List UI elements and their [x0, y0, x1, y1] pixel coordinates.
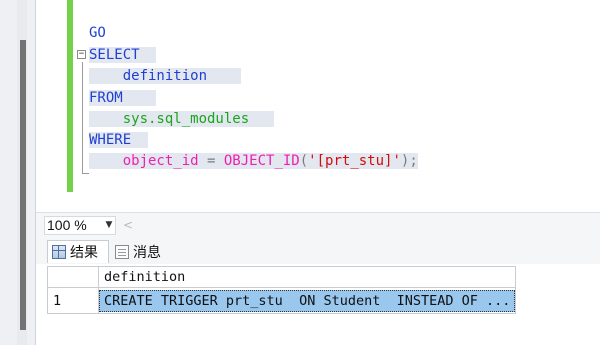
tab-results[interactable]: 结果 — [47, 240, 109, 263]
keyword-where: WHERE — [89, 132, 132, 148]
outline-guide-end — [82, 173, 89, 174]
indicator-margin — [36, 0, 66, 212]
code-line-1: GO — [89, 23, 106, 44]
chevron-down-icon[interactable]: ▼ — [102, 216, 116, 235]
row-number[interactable]: 1 — [53, 288, 61, 314]
code-line-4: FROM — [89, 88, 157, 109]
object-sys-sql-modules: sys.sql_modules — [122, 111, 250, 127]
vertical-scroll-thumb[interactable] — [20, 40, 26, 330]
code-line-7: object_id = OBJECT_ID('[prt_stu]'); — [89, 151, 418, 172]
scroll-left-arrow-icon[interactable]: < — [122, 216, 134, 235]
column-object-id: object_id — [122, 153, 199, 169]
tab-messages[interactable]: 消息 — [111, 240, 171, 263]
semicolon: ; — [409, 153, 418, 169]
cell-definition-value[interactable]: CREATE TRIGGER prt_stu ON Student INSTEA… — [104, 290, 510, 312]
code-line-6: WHERE — [89, 130, 149, 151]
results-grid-icon — [52, 245, 66, 259]
string-literal: '[prt_stu]' — [308, 153, 401, 169]
code-line-2: SELECT — [89, 45, 157, 66]
keyword-select: SELECT — [89, 47, 140, 63]
column-definition: definition — [122, 68, 208, 84]
keyword-go: GO — [89, 25, 106, 41]
tab-messages-label: 消息 — [133, 244, 161, 261]
collapse-toggle-icon[interactable]: − — [77, 50, 86, 59]
outline-guide — [82, 62, 83, 174]
zoom-value: 100 % — [47, 217, 87, 233]
selection-highlight: FROM — [89, 90, 157, 106]
function-object-id: OBJECT_ID — [223, 153, 300, 169]
keyword-from: FROM — [89, 90, 123, 106]
selection-highlight: sys.sql_modules — [89, 111, 275, 127]
tab-results-label: 结果 — [70, 245, 98, 261]
code-line-3: definition — [89, 66, 241, 87]
column-header-definition[interactable]: definition — [104, 266, 185, 288]
code-line-5: sys.sql_modules — [89, 109, 275, 130]
paren-open: ( — [299, 153, 309, 169]
selection-highlight: WHERE — [89, 132, 149, 148]
selection-highlight: SELECT — [89, 47, 157, 63]
messages-icon — [115, 244, 129, 259]
editor-status-row — [36, 212, 600, 239]
change-tracking-bar — [67, 0, 73, 192]
selection-highlight: definition — [89, 68, 241, 84]
selection-highlight: object_id = OBJECT_ID('[prt_stu]'); — [89, 153, 418, 169]
operator-equals: = — [198, 153, 224, 169]
